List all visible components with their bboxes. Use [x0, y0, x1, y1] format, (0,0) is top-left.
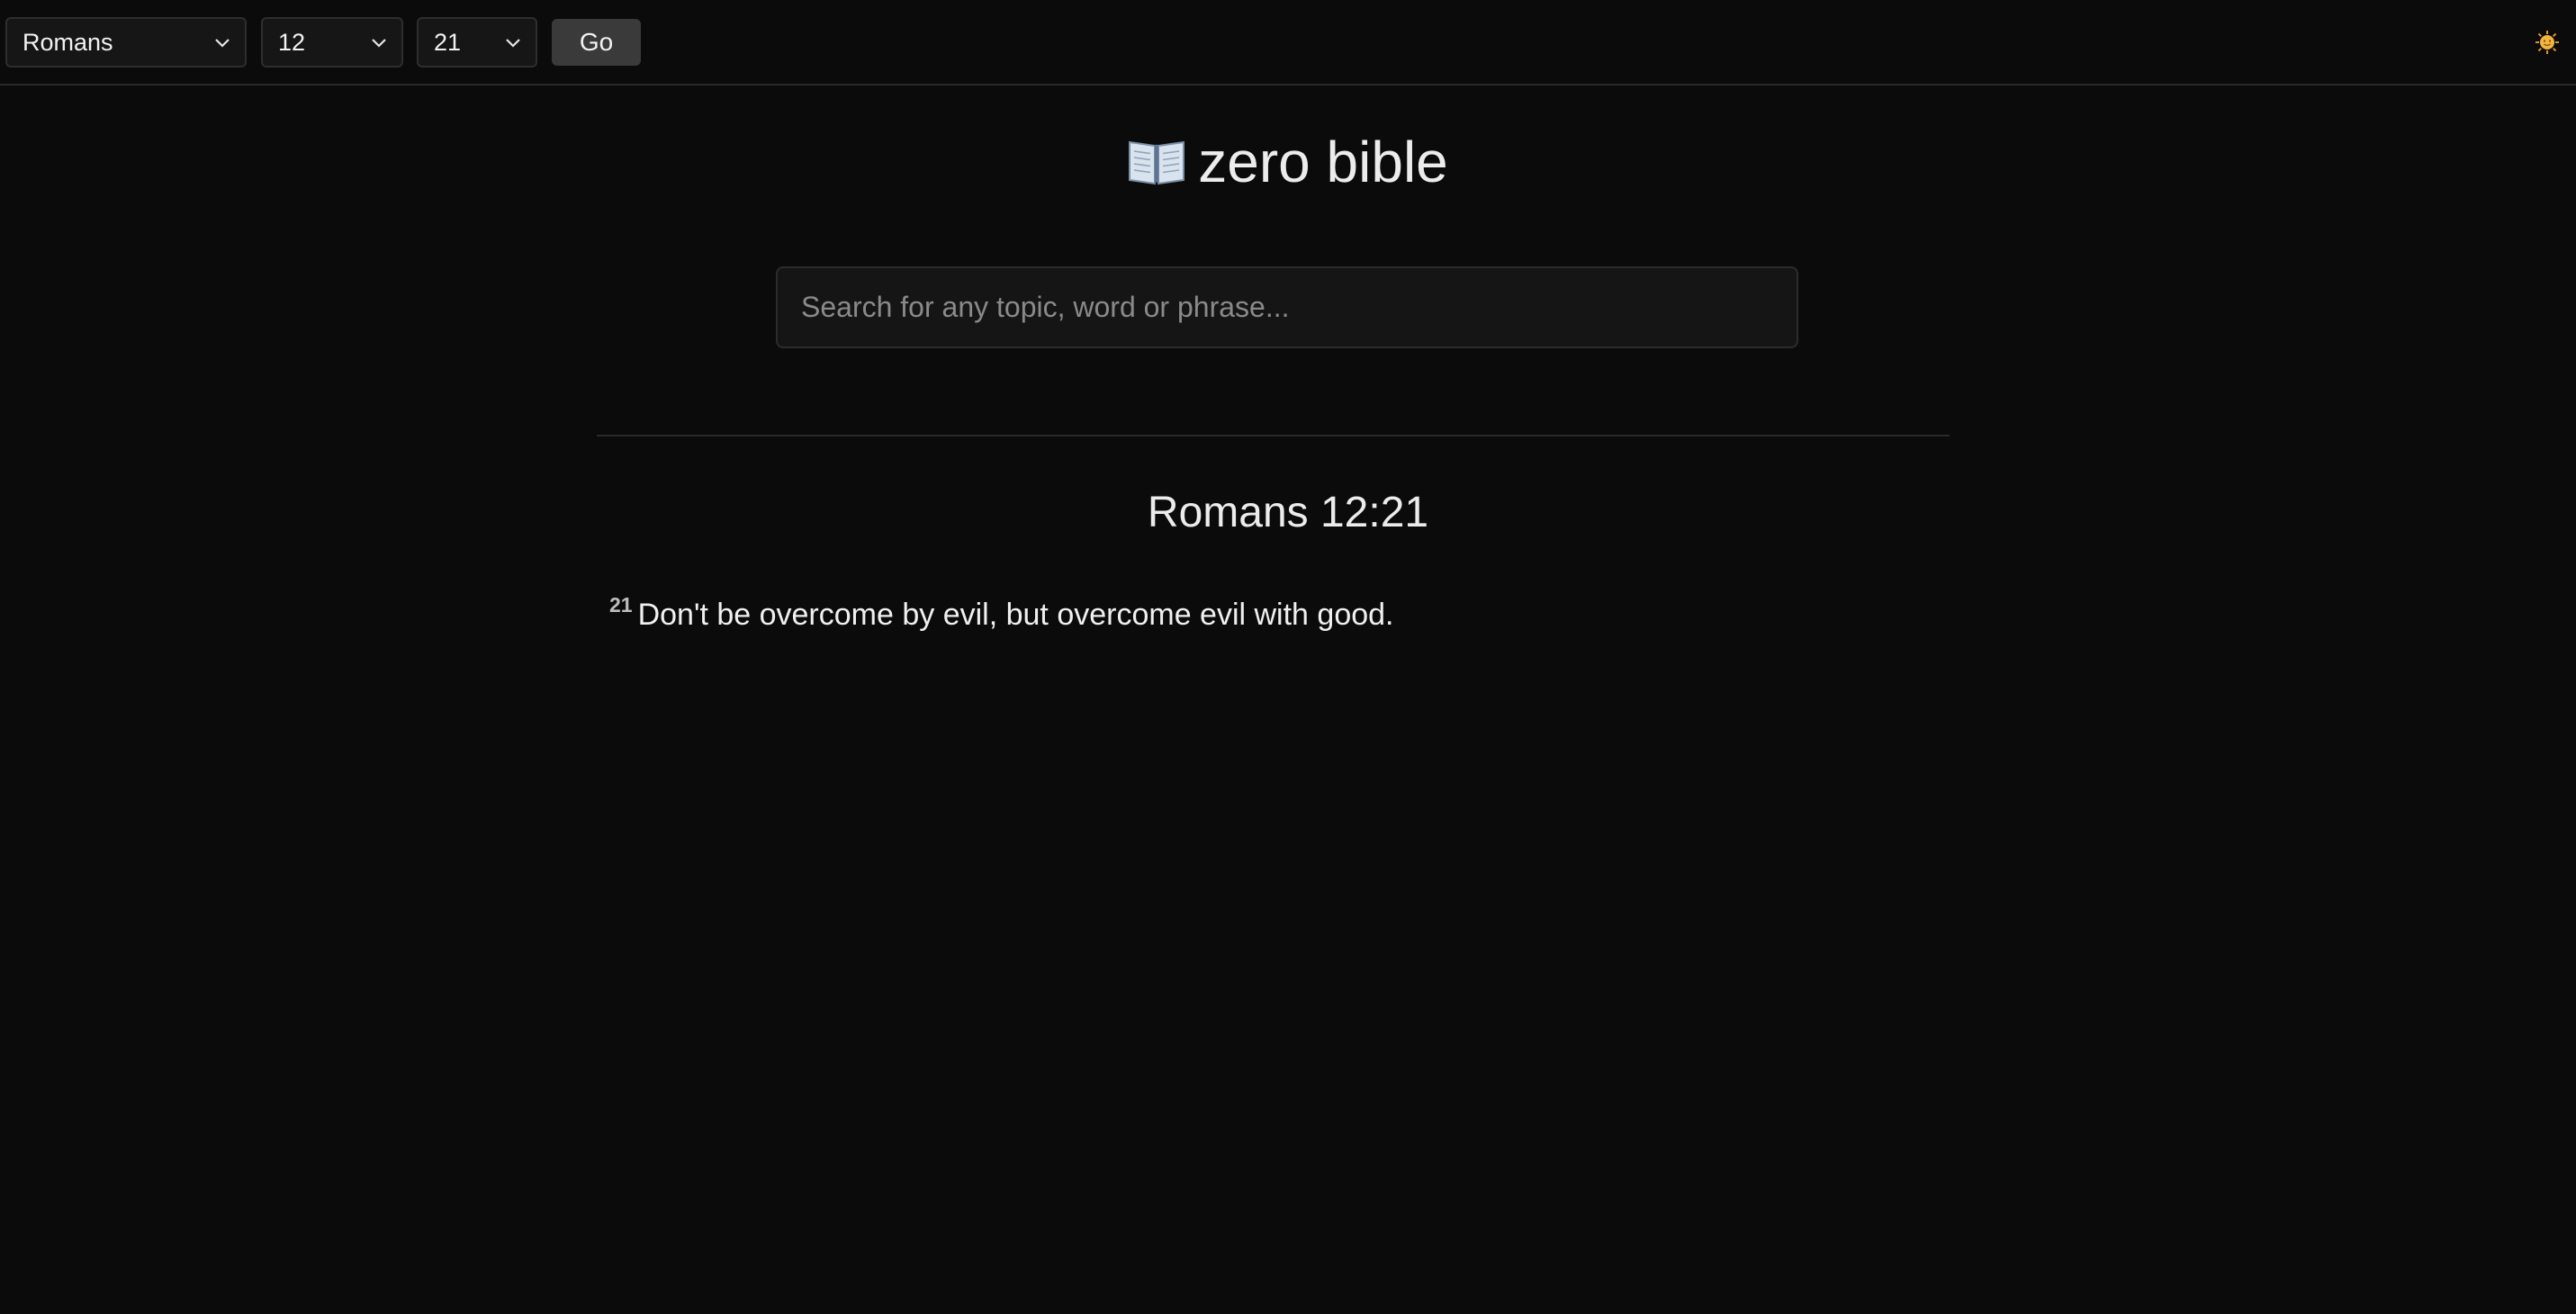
divider: [597, 435, 1950, 436]
verse-select[interactable]: 21: [417, 17, 537, 68]
verse-select-value: 21: [434, 29, 462, 56]
chapter-select-value: 12: [278, 29, 306, 56]
verse-line: 21 Don't be overcome by evil, but overcom…: [609, 580, 1394, 640]
passage-reference: Romans 12:21: [1147, 489, 1429, 536]
chapter-select[interactable]: 12: [261, 17, 403, 68]
search-input[interactable]: [778, 268, 1797, 346]
chevron-down-icon: [506, 39, 520, 48]
sun-emoji-icon[interactable]: [2535, 30, 2560, 55]
book-select[interactable]: Romans: [5, 17, 247, 68]
site-title-text: zero bible: [1198, 130, 1448, 194]
verse-number: 21: [609, 593, 633, 616]
top-nav-bar: Romans 12 21 Go: [0, 0, 2576, 86]
verse-text: Don't be overcome by evil, but overcome …: [637, 598, 1394, 632]
site-title[interactable]: zero bible: [0, 126, 2576, 198]
book-select-value: Romans: [23, 29, 113, 56]
chevron-down-icon: [372, 39, 386, 48]
chevron-down-icon: [215, 39, 230, 48]
go-button[interactable]: Go: [552, 19, 641, 66]
search-box[interactable]: [776, 266, 1798, 348]
open-book-icon: [1129, 140, 1185, 185]
